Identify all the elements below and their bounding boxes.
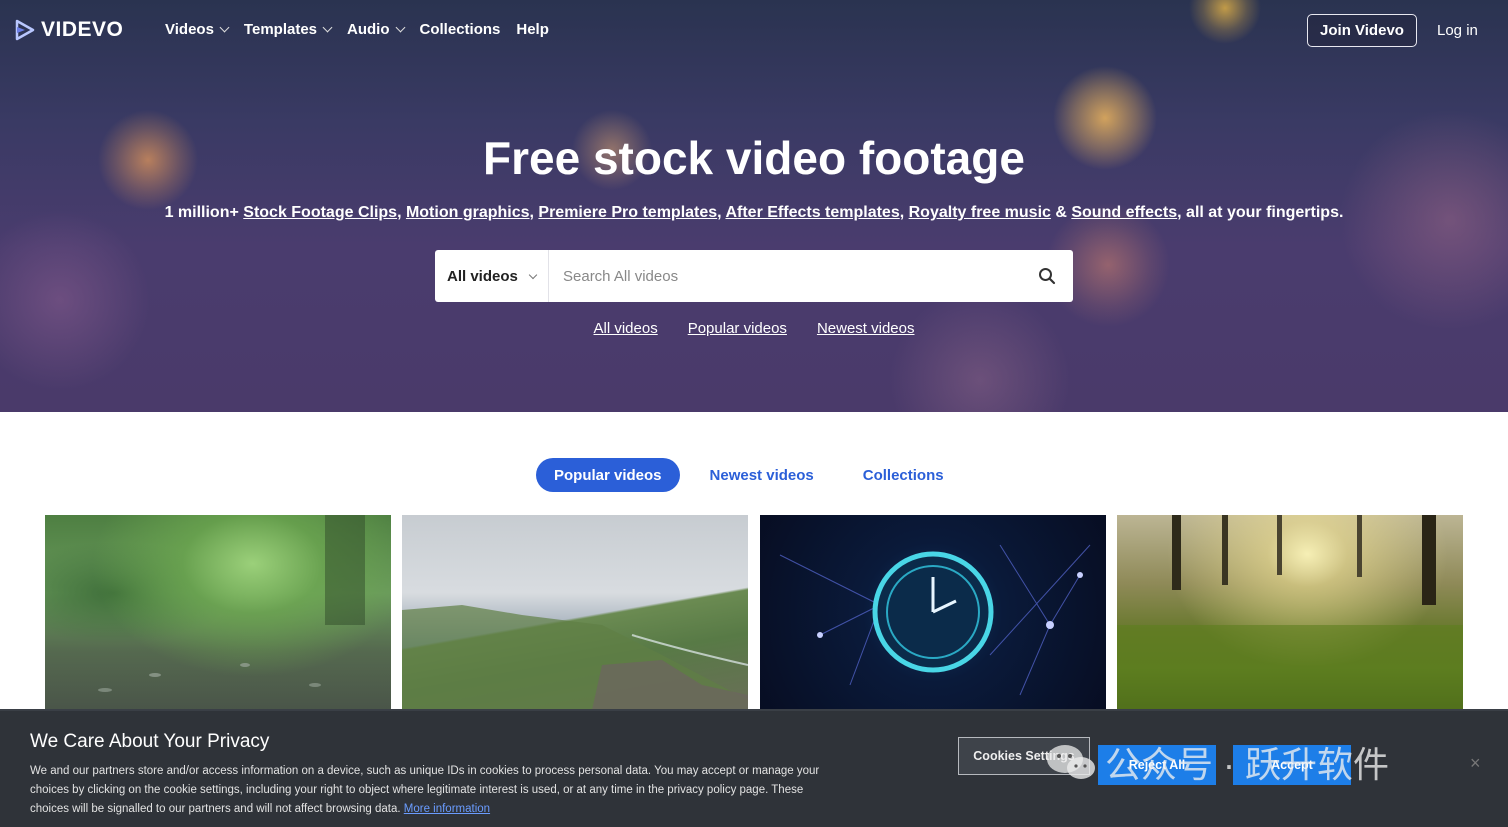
nav-label: Templates xyxy=(243,21,318,38)
watermark: 公众号 · 跃升软件 xyxy=(1045,736,1389,788)
chevron-down-icon xyxy=(528,270,538,279)
nav-item-collections[interactable]: Collections xyxy=(420,21,501,38)
link-sound-effects[interactable]: Sound effects xyxy=(1071,204,1177,221)
play-logo-icon xyxy=(14,19,36,41)
subtitle-suffix: , all at your fingertips. xyxy=(1177,204,1344,221)
more-information-link[interactable]: More information xyxy=(404,803,490,815)
cookie-description: We and our partners store and/or access … xyxy=(30,762,830,819)
tab-newest-videos[interactable]: Newest videos xyxy=(710,467,814,484)
link-royalty-free-music[interactable]: Royalty free music xyxy=(909,204,1051,221)
quick-links: All videos Popular videos Newest videos xyxy=(0,320,1508,337)
chevron-down-icon xyxy=(395,22,405,33)
logo[interactable]: VIDEVO xyxy=(14,18,123,42)
coast-scene-image xyxy=(402,605,748,710)
nav-item-videos[interactable]: Videos xyxy=(165,21,230,38)
link-stock-footage[interactable]: Stock Footage Clips xyxy=(243,204,397,221)
link-motion-graphics[interactable]: Motion graphics xyxy=(406,204,530,221)
nav-item-help[interactable]: Help xyxy=(516,21,549,38)
rain-scene-image xyxy=(98,515,365,692)
content-tabs: Popular videos Newest videos Collections xyxy=(536,458,944,492)
tab-collections[interactable]: Collections xyxy=(863,467,944,484)
join-button[interactable]: Join Videvo xyxy=(1307,14,1417,47)
chevron-down-icon xyxy=(322,22,333,33)
link-after-effects-templates[interactable]: After Effects templates xyxy=(725,204,899,221)
nav-label: Collections xyxy=(419,21,501,38)
search-input[interactable] xyxy=(549,250,1021,302)
nav-label: Videos xyxy=(165,21,214,38)
search-category-select[interactable]: All videos xyxy=(435,250,549,302)
quick-link-newest-videos[interactable]: Newest videos xyxy=(817,320,915,337)
top-nav: VIDEVO Videos Templates Audio Collection… xyxy=(0,0,1508,60)
nav-links: Videos Templates Audio Collections Help xyxy=(165,21,565,38)
close-icon[interactable]: × xyxy=(1470,753,1481,774)
nav-label: Audio xyxy=(347,21,390,38)
link-premiere-templates[interactable]: Premiere Pro templates xyxy=(538,204,717,221)
nav-label: Help xyxy=(516,21,549,38)
quick-link-popular-videos[interactable]: Popular videos xyxy=(688,320,787,337)
cookie-title: We Care About Your Privacy xyxy=(30,731,270,752)
subtitle-prefix: 1 million+ xyxy=(164,204,244,221)
video-thumbnail[interactable] xyxy=(760,515,1106,710)
logo-text: VIDEVO xyxy=(41,18,124,41)
video-thumbnail[interactable] xyxy=(402,515,748,710)
hero-subtitle: 1 million+ Stock Footage Clips, Motion g… xyxy=(164,204,1344,221)
chevron-down-icon xyxy=(219,22,230,33)
search-bar: All videos xyxy=(435,250,1073,302)
nav-item-audio[interactable]: Audio xyxy=(347,21,405,38)
hero-title: Free stock video footage xyxy=(483,132,1025,184)
hero-banner: VIDEVO Videos Templates Audio Collection… xyxy=(0,0,1508,412)
clock-scene-image xyxy=(779,544,1091,696)
quick-link-all-videos[interactable]: All videos xyxy=(594,320,658,337)
watermark-text: 公众号 · 跃升软件 xyxy=(1105,744,1389,785)
video-thumbnail[interactable] xyxy=(1117,515,1463,710)
forest-scene-image xyxy=(1117,515,1463,710)
tab-popular-videos[interactable]: Popular videos xyxy=(536,458,680,492)
video-thumbnail[interactable] xyxy=(45,515,391,710)
search-icon[interactable] xyxy=(1021,250,1073,302)
wechat-icon xyxy=(1047,745,1095,779)
subtitle-amp: & xyxy=(1050,204,1072,221)
login-link[interactable]: Log in xyxy=(1437,22,1478,39)
nav-item-templates[interactable]: Templates xyxy=(243,21,333,38)
search-category-label: All videos xyxy=(447,267,518,285)
